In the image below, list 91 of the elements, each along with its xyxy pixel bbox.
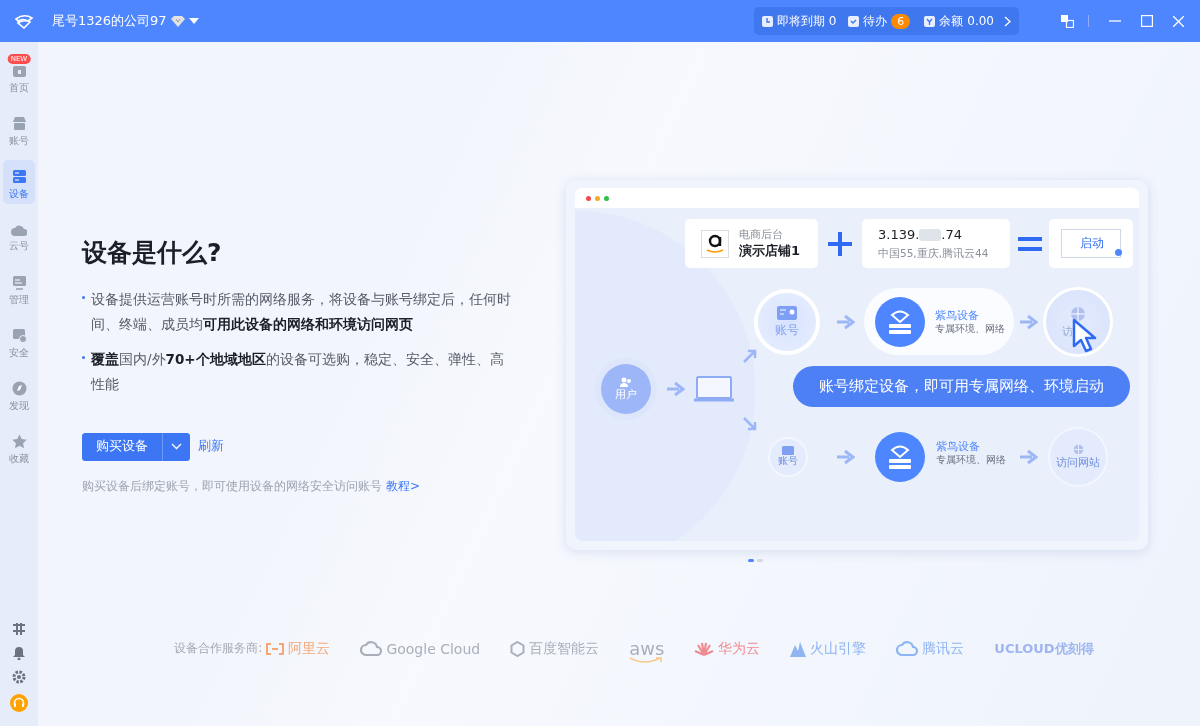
chevron-down-icon (171, 443, 182, 450)
wallet-icon (924, 15, 936, 27)
hint-text: 购买设备后绑定账号，即可使用设备的网络安全访问账号 (82, 477, 382, 495)
close-dot-icon (586, 195, 591, 201)
sidebar-item[interactable]: 账号 (3, 107, 35, 151)
visit-website-label: 访问网站 (1056, 455, 1100, 470)
smile-arrow-icon (629, 657, 664, 664)
caret-down-icon[interactable] (188, 18, 199, 24)
visit-label: 访 (1061, 323, 1073, 339)
minimize-dot-icon (595, 195, 600, 201)
server-icon (11, 169, 27, 184)
switch-window-icon[interactable] (1061, 14, 1074, 28)
device-title: 紫鸟设备 (936, 439, 981, 454)
arrow-right-icon (1020, 449, 1038, 465)
expiring-label[interactable]: 即将到期 (776, 12, 825, 30)
cursor-icon (1072, 318, 1098, 354)
ip-location: 中国55,重庆,腾讯云44 (878, 247, 989, 259)
arrow-right-icon (837, 314, 855, 330)
store-label: 电商后台 (739, 227, 784, 242)
account-label: 账号 (778, 455, 798, 468)
user-label: 用户 (615, 386, 637, 402)
bullet-dot-icon (82, 295, 85, 299)
balance-value: 0.00 (967, 14, 994, 28)
sidebar-item[interactable]: 云号 (3, 213, 35, 257)
globe-icon (1072, 444, 1084, 455)
plus-icon (828, 232, 852, 256)
arrow-right-icon (837, 449, 855, 465)
account-label: 账号 (775, 321, 799, 339)
expiring-count: 0 (828, 14, 837, 28)
partner-logo-text: 火山引擎 (810, 639, 867, 658)
globe-icon (1070, 305, 1086, 322)
store-name: 演示店铺1 (739, 242, 801, 260)
todo-count-badge: 6 (891, 13, 911, 29)
device-description: 专属环境、网络 (935, 322, 1005, 336)
calendar-check-icon (848, 15, 860, 27)
bullet-dot-icon (82, 355, 85, 359)
id-card-icon (782, 446, 794, 455)
arrow-right-icon (1020, 314, 1038, 330)
bird-logo-icon (14, 13, 34, 29)
sidebar-item[interactable]: 安全 (3, 319, 35, 363)
users-icon (620, 376, 632, 387)
device-server-icon (875, 432, 925, 482)
equals-icon (1018, 236, 1042, 252)
letter-a-logo-icon (701, 229, 729, 258)
sidebar-item[interactable]: 管理 (3, 266, 35, 310)
partner-logo-text: Google Cloud (386, 640, 481, 657)
star-icon (11, 434, 27, 449)
partners-label: 设备合作服务商: (174, 640, 263, 657)
cloud-icon (11, 223, 27, 236)
headset-icon[interactable] (10, 694, 28, 712)
sidebar-item[interactable]: 发现 (3, 372, 35, 416)
id-card-icon (777, 305, 797, 320)
buy-device-button[interactable]: 购买设备 (82, 432, 163, 461)
sidebar-item[interactable]: 设备 (3, 160, 35, 204)
device-description: 专属环境、网络 (936, 454, 1006, 467)
close-icon[interactable] (1173, 15, 1184, 27)
partner-logo-text: 腾讯云 (922, 639, 965, 658)
sidebar-item[interactable]: 收藏 (3, 425, 35, 469)
arrow-right-icon (667, 381, 685, 397)
bullet-text: 设备提供运营账号时所需的网络服务，将设备与账号绑定后，任何时间、终端、成员均可用此设备的网络和环境访问网页 (91, 289, 511, 334)
device-server-icon (875, 296, 925, 347)
partner-logo-text: 华为云 (718, 639, 761, 658)
partner-logo-text: 百度智能云 (529, 639, 600, 658)
shop-icon (11, 116, 27, 131)
ip-suffix: .74 (941, 227, 963, 242)
screen-lock-icon (11, 328, 27, 343)
bullet-text: 覆盖国内/外70+个地域地区的设备可选购，稳定、安全、弹性、高性能 (91, 349, 505, 394)
device-title: 紫鸟设备 (935, 307, 980, 323)
laptop-icon (694, 376, 734, 402)
ip-prefix: 3.139. (878, 227, 920, 242)
company-name[interactable]: 尾号1326的公司97 (52, 12, 167, 30)
partner-logo-text: UCLOUD优刻得 (994, 639, 1094, 658)
arrow-down-right-icon (743, 417, 757, 431)
arrow-up-right-icon (743, 349, 757, 363)
info-banner: 账号绑定设备，即可用专属网络、环境启动 (793, 366, 1130, 407)
signpost-icon[interactable] (12, 622, 26, 636)
clock-icon (761, 15, 773, 27)
monitor-icon (11, 275, 27, 290)
tutorial-link[interactable]: 教程> (386, 477, 421, 495)
diamond-icon (170, 15, 185, 27)
partner-logo-text: aws (629, 638, 665, 659)
refresh-link[interactable]: 刷新 (198, 438, 224, 455)
partner-logo-text: 阿里云 (288, 639, 331, 658)
chevron-right-icon[interactable] (1004, 15, 1011, 27)
maximize-icon[interactable] (1141, 15, 1153, 27)
compass-icon (11, 381, 27, 396)
balance-label[interactable]: 余额 (939, 12, 964, 30)
maximize-dot-icon (604, 195, 609, 201)
home-icon (11, 63, 27, 78)
page-heading: 设备是什么? (82, 236, 223, 269)
todo-label[interactable]: 待办 (863, 12, 888, 30)
